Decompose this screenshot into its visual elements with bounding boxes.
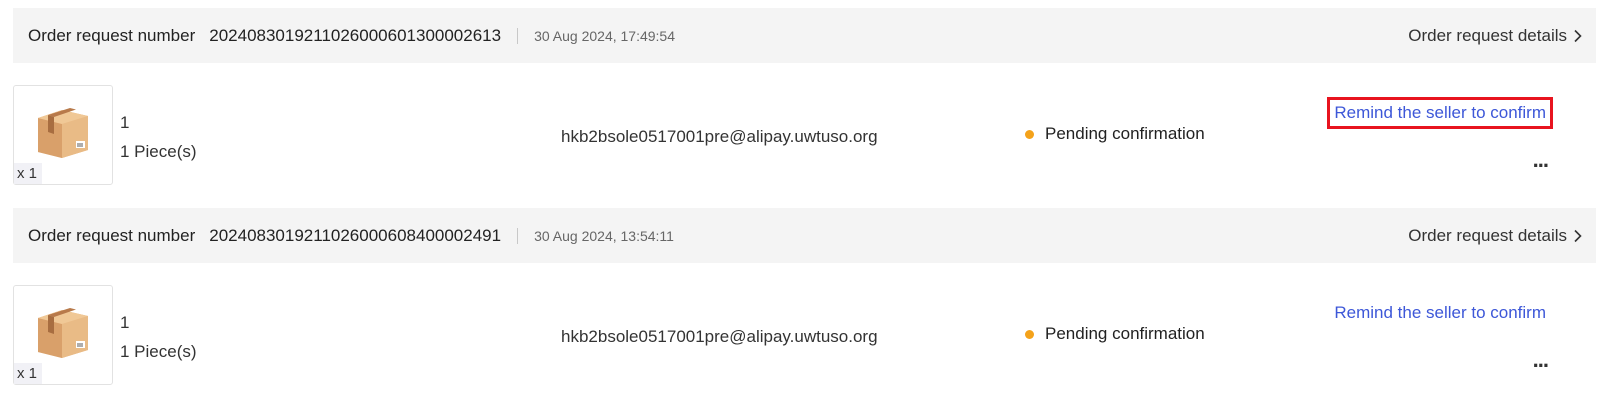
order-card: Order request number 2024083019211026000… — [13, 208, 1596, 402]
order-timestamp: 30 Aug 2024, 17:49:54 — [534, 27, 676, 44]
order-number: 2024083019211026000608400002491 — [209, 225, 502, 245]
order-details-label: Order request details — [1408, 225, 1567, 245]
order-number: 2024083019211026000601300002613 — [209, 25, 502, 45]
more-options-icon[interactable]: ... — [1533, 347, 1549, 373]
status-label: Pending confirmation — [1045, 324, 1205, 343]
order-body: x 1 1 1 Piece(s) hkb2bsole0517001pre@ali… — [13, 63, 1596, 208]
seller-email: hkb2bsole0517001pre@alipay.uwtuso.org — [561, 127, 878, 146]
seller-email: hkb2bsole0517001pre@alipay.uwtuso.org — [561, 327, 878, 346]
status-dot-icon — [1025, 129, 1034, 139]
order-details-link[interactable]: Order request details — [1408, 226, 1584, 246]
quantity-badge: x 1 — [14, 163, 43, 184]
remind-seller-button[interactable]: Remind the seller to confirm — [1327, 97, 1553, 129]
order-header: Order request number 2024083019211026000… — [13, 208, 1596, 263]
product-line: 1 — [120, 113, 130, 132]
order-details-link[interactable]: Order request details — [1408, 26, 1584, 46]
product-thumbnail[interactable]: x 1 — [13, 85, 113, 185]
chevron-right-icon — [1574, 29, 1582, 42]
order-details-label: Order request details — [1408, 25, 1567, 45]
order-status: Pending confirmation — [1025, 124, 1205, 144]
divider — [517, 27, 519, 44]
chevron-right-icon — [1574, 229, 1582, 242]
package-box-icon — [38, 108, 88, 158]
order-body: x 1 1 1 Piece(s) hkb2bsole0517001pre@ali… — [13, 263, 1596, 402]
product-info: 1 1 Piece(s) — [120, 108, 197, 166]
package-box-icon — [38, 308, 88, 358]
remind-seller-button[interactable]: Remind the seller to confirm — [1330, 300, 1550, 326]
order-card: Order request number 2024083019211026000… — [13, 8, 1596, 208]
product-quantity: 1 Piece(s) — [120, 342, 197, 361]
more-options-icon[interactable]: ... — [1533, 147, 1549, 173]
product-line: 1 — [120, 313, 130, 332]
order-timestamp: 30 Aug 2024, 13:54:11 — [534, 227, 674, 244]
order-number-label: Order request number — [28, 25, 196, 45]
order-number-label: Order request number — [28, 225, 196, 245]
order-status: Pending confirmation — [1025, 324, 1205, 344]
order-header: Order request number 2024083019211026000… — [13, 8, 1596, 63]
product-quantity: 1 Piece(s) — [120, 142, 197, 161]
quantity-badge: x 1 — [14, 363, 43, 384]
product-thumbnail[interactable]: x 1 — [13, 285, 113, 385]
status-dot-icon — [1025, 329, 1034, 339]
divider — [517, 227, 519, 244]
status-label: Pending confirmation — [1045, 124, 1205, 143]
product-info: 1 1 Piece(s) — [120, 308, 197, 366]
